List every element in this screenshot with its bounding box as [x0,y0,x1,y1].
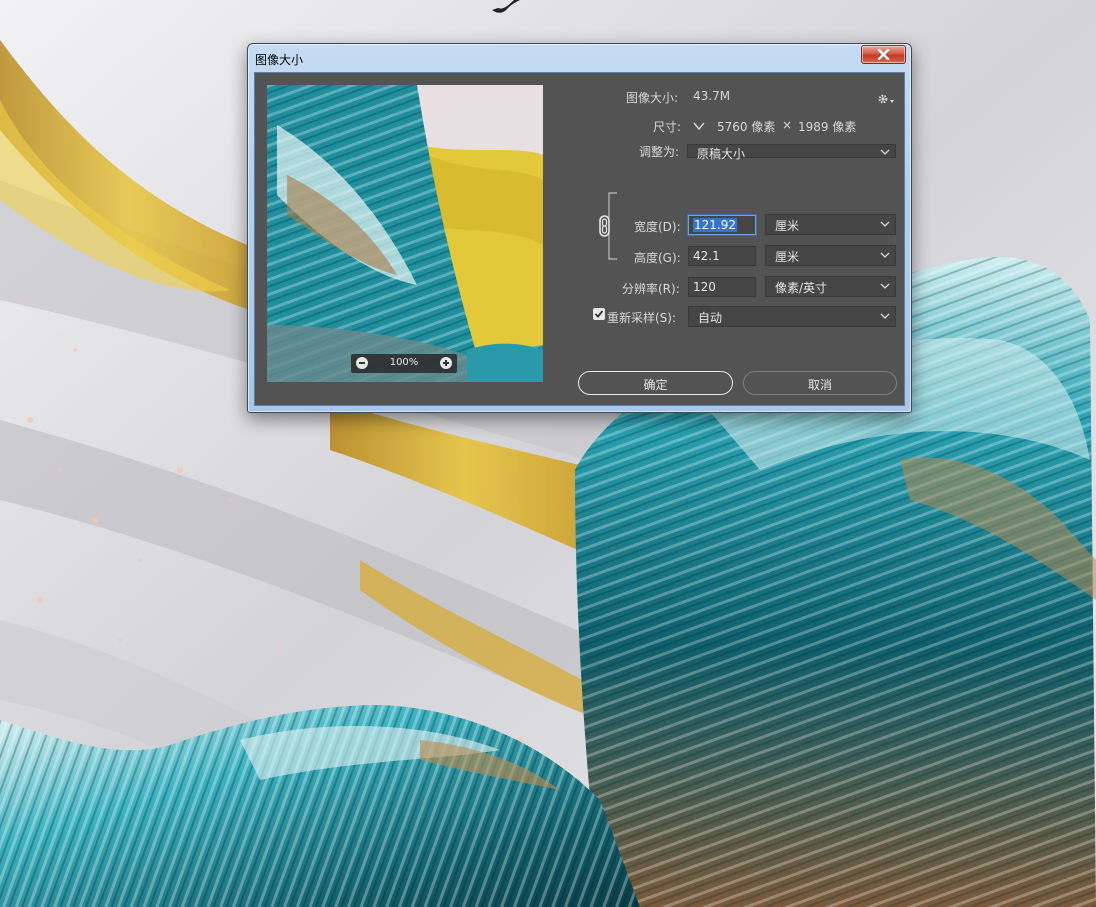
height-value: 42.1 [693,249,720,263]
image-size-dialog: 图像大小 100% 图像大小: 43.7M 尺寸: 5760 像素 × 1989… [247,43,912,413]
resample-value: 自动 [698,311,723,325]
resolution-label: 分辨率(R): [622,282,680,296]
chain-link-icon[interactable] [595,192,619,260]
close-button[interactable] [861,45,906,64]
zoom-in-icon[interactable] [440,357,452,369]
chevron-down-icon [880,313,890,319]
image-size-value: 43.7M [693,89,731,103]
height-label: 高度(G): [634,251,681,265]
ok-label: 确定 [643,378,668,392]
height-unit-select[interactable]: 厘米 [765,245,896,266]
dialog-title: 图像大小 [255,53,304,67]
dimensions-label: 尺寸: [653,120,682,134]
width-value: 121.92 [693,218,737,232]
chevron-down-icon [880,252,890,258]
dimensions-width: 5760 像素 [717,120,776,134]
chevron-down-icon [880,221,890,227]
resolution-unit-select[interactable]: 像素/英寸 [765,276,896,297]
resample-checkbox[interactable] [593,308,605,320]
resolution-unit: 像素/英寸 [775,281,828,295]
resolution-input[interactable]: 120 [688,277,756,297]
zoom-control: 100% [351,354,457,373]
chevron-down-icon [880,283,890,289]
resample-label: 重新采样(S): [607,311,677,325]
close-icon [877,49,890,60]
chevron-down-icon [880,149,890,155]
dimensions-times: × [782,118,793,132]
resample-select[interactable]: 自动 [688,306,896,327]
title-bar[interactable]: 图像大小 [248,44,911,72]
desktop-canvas: 图像大小 100% 图像大小: 43.7M 尺寸: 5760 像素 × 1989… [0,0,1096,907]
height-input[interactable]: 42.1 [688,246,756,266]
image-preview[interactable]: 100% [267,85,543,382]
fit-to-value: 原稿大小 [697,147,746,161]
dialog-content: 100% 图像大小: 43.7M 尺寸: 5760 像素 × 1989 像素 调… [254,72,905,406]
chevron-down-icon[interactable] [692,120,706,132]
image-size-label: 图像大小: [626,91,679,105]
dimensions-height: 1989 像素 [798,120,857,134]
resolution-value: 120 [693,280,716,294]
width-unit-select[interactable]: 厘米 [765,214,896,235]
preview-artwork [267,85,543,382]
cancel-button[interactable]: 取消 [743,371,897,395]
fit-to-label: 调整为: [639,145,680,159]
width-input[interactable]: 121.92 [688,215,756,235]
height-unit: 厘米 [775,250,800,264]
width-unit: 厘米 [775,219,800,233]
ok-button[interactable]: 确定 [578,371,733,395]
fit-to-select[interactable]: 原稿大小 [687,144,896,161]
width-label: 宽度(D): [634,220,681,234]
checkmark-icon [594,310,604,318]
gear-icon[interactable] [877,92,895,106]
cancel-label: 取消 [807,378,832,392]
